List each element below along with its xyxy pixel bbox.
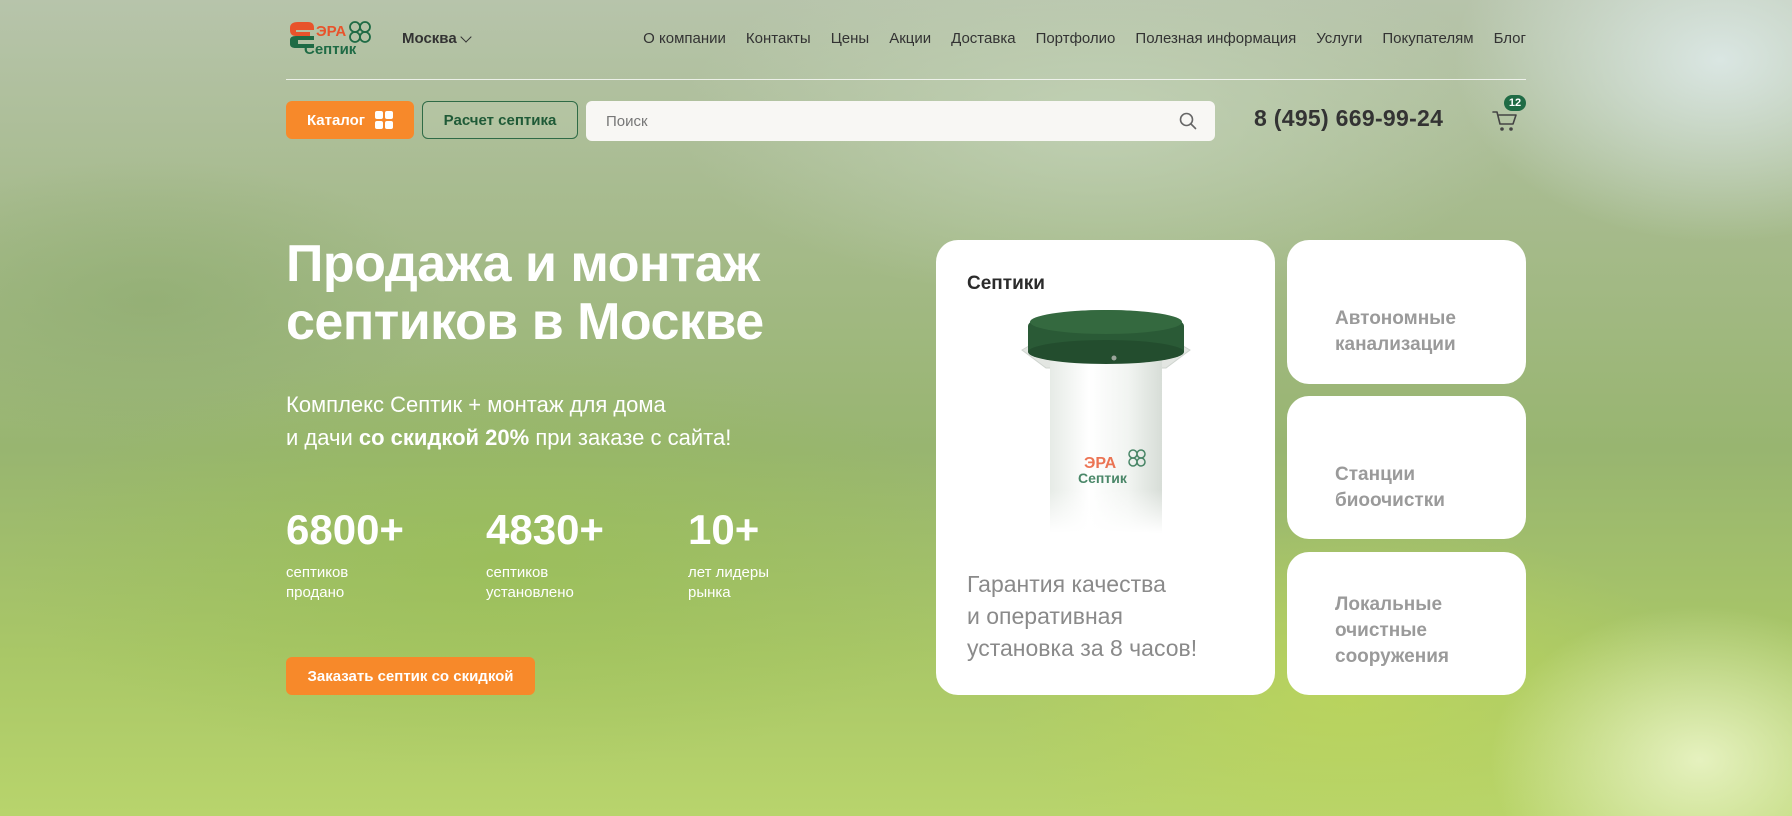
stat-label: септиков продано [286,564,349,601]
top-bar: ЭРА Септик Москва О компании Контакты Це… [286,18,1526,62]
hero-subtitle-line-2-start: и дачи [286,425,359,450]
nav-item-blog[interactable]: Блог [1494,30,1526,47]
grid-icon [375,111,394,129]
stat-value: 10+ [688,506,760,553]
logo-text-bottom: Септик [304,41,357,58]
toolbar: Каталог Расчет септика 8 (495) 669-99-24… [286,95,1526,141]
catalog-button-label: Каталог [306,111,366,129]
stat-installed: 4830+ септиков установлено [486,505,606,603]
search-box [586,101,1215,141]
nav-item-portfolio[interactable]: Портфолио [1036,30,1116,47]
nav-item-buyers[interactable]: Покупателям [1382,30,1473,47]
septic-tank-image: ЭРА Септик [1021,310,1191,533]
card-title: Септики [967,273,1045,294]
header-divider [286,79,1526,80]
stats: 6800+ септиков продано 4830+ септиков уста… [286,505,846,605]
nav-item-useful-info[interactable]: Полезная информация [1135,30,1296,47]
stat-value: 6800+ [286,506,404,553]
stat-label: лет лидеры рынка [688,564,769,601]
nav-item-contacts[interactable]: Контакты [746,30,811,47]
nav-item-prices[interactable]: Цены [831,30,870,47]
card-label: Станции биоочистки [1335,464,1445,511]
hero-subtitle: Комплекс Септик + монтаж для дома и дачи… [286,388,846,454]
clover-icon [349,21,371,43]
hero-subtitle-line-1: Комплекс Септик + монтаж для дома [286,392,666,417]
page: ЭРА Септик Москва О компании Контакты Це… [286,0,1526,816]
hero-title: Продажа и монтаж септиков в Москве [286,235,846,351]
stat-years: 10+ лет лидеры рынка [688,505,808,603]
nav-item-services[interactable]: Услуги [1316,30,1362,47]
nav-item-promotions[interactable]: Акции [889,30,931,47]
logo[interactable]: ЭРА Септик [286,18,376,62]
stat-label: септиков установлено [486,564,574,601]
card-bio-stations[interactable]: Станции биоочистки [1287,396,1526,539]
nav-item-about[interactable]: О компании [643,30,726,47]
card-septics[interactable]: Септики ЭРА Септик [936,240,1275,695]
card-label: Локальные очистные сооружения [1335,594,1449,667]
city-label: Москва [402,30,457,47]
card-local-treatment[interactable]: Локальные очистные сооружения [1287,552,1526,695]
nav-item-delivery[interactable]: Доставка [951,30,1015,47]
card-description: Гарантия качества и оперативная установк… [967,571,1198,661]
phone-number[interactable]: 8 (495) 669-99-24 [1254,105,1443,132]
hero-subtitle-line-2-end: при заказе с сайта! [529,425,732,450]
cart-count-badge: 12 [1504,95,1526,111]
search-icon[interactable] [1179,112,1197,130]
main-nav: О компании Контакты Цены Акции Доставка … [643,30,1526,47]
septic-calc-button[interactable]: Расчет септика [422,101,578,139]
catalog-button[interactable]: Каталог [286,101,414,139]
discount-highlight: со скидкой 20% [358,425,530,450]
hero-title-line-2: септиков в Москве [286,293,764,351]
cart-icon[interactable] [1492,109,1518,133]
card-autonomous-sewage[interactable]: Автономные канализации [1287,240,1526,384]
stat-sold: 6800+ септиков продано [286,505,406,603]
order-discount-button[interactable]: Заказать септик со скидкой [286,657,535,695]
stat-value: 4830+ [486,506,604,553]
chevron-down-icon [460,31,472,43]
logo-text-top: ЭРА [316,23,346,40]
city-selector[interactable]: Москва [402,30,472,47]
card-label: Автономные канализации [1335,308,1456,355]
hero-title-line-1: Продажа и монтаж [286,235,760,293]
search-input[interactable] [586,101,1215,141]
